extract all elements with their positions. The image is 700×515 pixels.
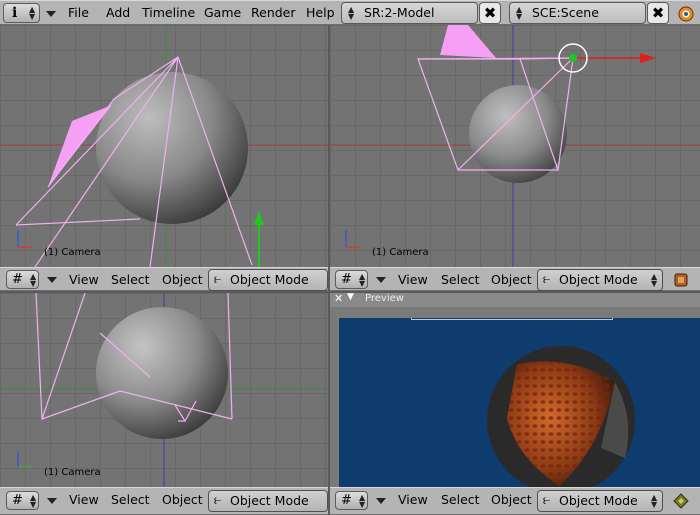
viewport-scene (0, 25, 328, 267)
viewport-scene (330, 25, 700, 267)
menu-game[interactable]: Game (204, 1, 241, 25)
updown-icon: ▲ ▼ (516, 5, 523, 21)
blender-logo-icon (676, 4, 695, 23)
grid-icon: # (12, 272, 23, 287)
preview-render (487, 346, 635, 487)
preview-panel: ✕ ▼ Preview (330, 292, 700, 487)
close-icon[interactable]: ✕ (334, 292, 343, 305)
menu-select[interactable]: Select (111, 268, 150, 292)
collapse-menu-icon[interactable] (47, 277, 57, 283)
viewport-scene (0, 293, 328, 487)
viewport-header: # ▲ ▼ View Select Object ⥼ Object Mode ▲ ▼ (330, 267, 700, 291)
manipulator-arrowhead (254, 211, 264, 225)
mode-label: Object Mode (559, 493, 638, 508)
render-icon[interactable] (672, 271, 690, 289)
menu-object[interactable]: Object (491, 488, 532, 512)
close-icon: ✖ (483, 4, 497, 22)
updown-icon: ▲ ▼ (29, 5, 36, 21)
updown-icon: ▲ ▼ (30, 272, 37, 288)
sphere-mesh (96, 307, 228, 439)
menu-help[interactable]: Help (306, 1, 335, 25)
updown-icon: ▲ ▼ (359, 272, 366, 288)
screen-selector[interactable]: ▲ ▼ SR:2-Model (341, 2, 478, 24)
sphere-mesh (96, 72, 248, 224)
scene-name: SCE:Scene (532, 5, 599, 20)
object-mode-icon: ⥼ (214, 272, 222, 287)
menu-select[interactable]: Select (441, 488, 480, 512)
menu-file[interactable]: File (68, 1, 89, 25)
close-icon: ✖ (651, 4, 665, 22)
mode-selector[interactable]: ⥼ Object Mode ▲ ▼ (537, 269, 663, 291)
mode-selector[interactable]: ⥼ Object Mode ▲ ▼ (537, 490, 663, 512)
object-mode-icon: ⥼ (543, 493, 551, 508)
camera-triangle (440, 25, 496, 58)
camera-label: (1) Camera (44, 247, 101, 258)
selected-vertex (569, 54, 577, 62)
editor-type-button[interactable]: i ▲ ▼ (3, 3, 40, 23)
info-icon: i (12, 5, 18, 21)
viewport-header: # ▲ ▼ View Select Object ⥼ Object Mode (0, 267, 328, 291)
object-mode-icon: ⥼ (543, 272, 551, 287)
screen-delete-button[interactable]: ✖ (479, 2, 501, 24)
menu-render[interactable]: Render (251, 1, 296, 25)
menu-view[interactable]: View (69, 488, 99, 512)
menu-add[interactable]: Add (106, 1, 130, 25)
editor-type-button[interactable]: # ▲ ▼ (6, 491, 39, 510)
menu-timeline[interactable]: Timeline (142, 1, 195, 25)
collapse-menu-icon[interactable] (376, 498, 386, 504)
viewport-3d-top-right[interactable]: (1) Camera (330, 25, 700, 267)
preview-frame-border (411, 318, 613, 320)
layer-icon[interactable] (672, 492, 690, 510)
updown-icon: ▲ ▼ (651, 493, 658, 509)
manipulator-arrowhead (640, 53, 656, 63)
mode-selector[interactable]: ⥼ Object Mode (208, 490, 328, 512)
camera-label: (1) Camera (44, 467, 101, 478)
render-icon (674, 273, 688, 287)
collapse-menu-icon[interactable] (47, 498, 57, 504)
editor-type-button[interactable]: # ▲ ▼ (335, 491, 368, 510)
viewport-header: # ▲ ▼ View Select Object ⥼ Object Mode (0, 487, 328, 515)
editor-type-button[interactable]: # ▲ ▼ (6, 270, 39, 289)
top-menu-bar: i ▲ ▼ File Add Timeline Game Render Help … (0, 0, 700, 25)
mode-label: Object Mode (230, 272, 309, 287)
scene-delete-button[interactable]: ✖ (647, 2, 669, 24)
updown-icon: ▲ ▼ (30, 493, 37, 509)
preview-titlebar: ✕ ▼ Preview (330, 292, 700, 307)
mode-selector[interactable]: ⥼ Object Mode (208, 269, 328, 291)
mode-label: Object Mode (230, 493, 309, 508)
screen-name: SR:2-Model (364, 5, 435, 20)
preview-canvas[interactable] (339, 318, 700, 487)
object-mode-icon: ⥼ (214, 493, 222, 508)
menu-object[interactable]: Object (162, 268, 203, 292)
grid-icon: # (341, 272, 352, 287)
collapse-arrow-icon[interactable]: ▼ (347, 292, 354, 302)
updown-icon: ▲ ▼ (348, 5, 355, 21)
updown-icon: ▲ ▼ (651, 272, 658, 288)
menu-select[interactable]: Select (441, 268, 480, 292)
mode-label: Object Mode (559, 272, 638, 287)
sphere-mesh (469, 85, 567, 183)
grid-icon: # (341, 493, 352, 508)
collapse-menu-icon[interactable] (376, 277, 386, 283)
preview-title: Preview (365, 293, 404, 304)
menu-view[interactable]: View (398, 268, 428, 292)
editor-type-button[interactable]: # ▲ ▼ (335, 270, 368, 289)
menu-view[interactable]: View (398, 488, 428, 512)
menu-object[interactable]: Object (162, 488, 203, 512)
layer-icon (673, 493, 689, 509)
blender-logo-icon (678, 6, 694, 22)
menu-object[interactable]: Object (491, 268, 532, 292)
viewport-3d-top-left[interactable]: (1) Camera (0, 25, 328, 267)
menu-view[interactable]: View (69, 268, 99, 292)
viewport-header: # ▲ ▼ View Select Object ⥼ Object Mode ▲ ▼ (330, 487, 700, 515)
scene-selector[interactable]: ▲ ▼ SCE:Scene (509, 2, 646, 24)
menu-select[interactable]: Select (111, 488, 150, 512)
updown-icon: ▲ ▼ (359, 493, 366, 509)
camera-label: (1) Camera (372, 247, 429, 258)
grid-icon: # (12, 493, 23, 508)
collapse-menu-icon[interactable] (46, 11, 56, 17)
viewport-3d-bottom-left[interactable]: (1) Camera (0, 293, 328, 487)
